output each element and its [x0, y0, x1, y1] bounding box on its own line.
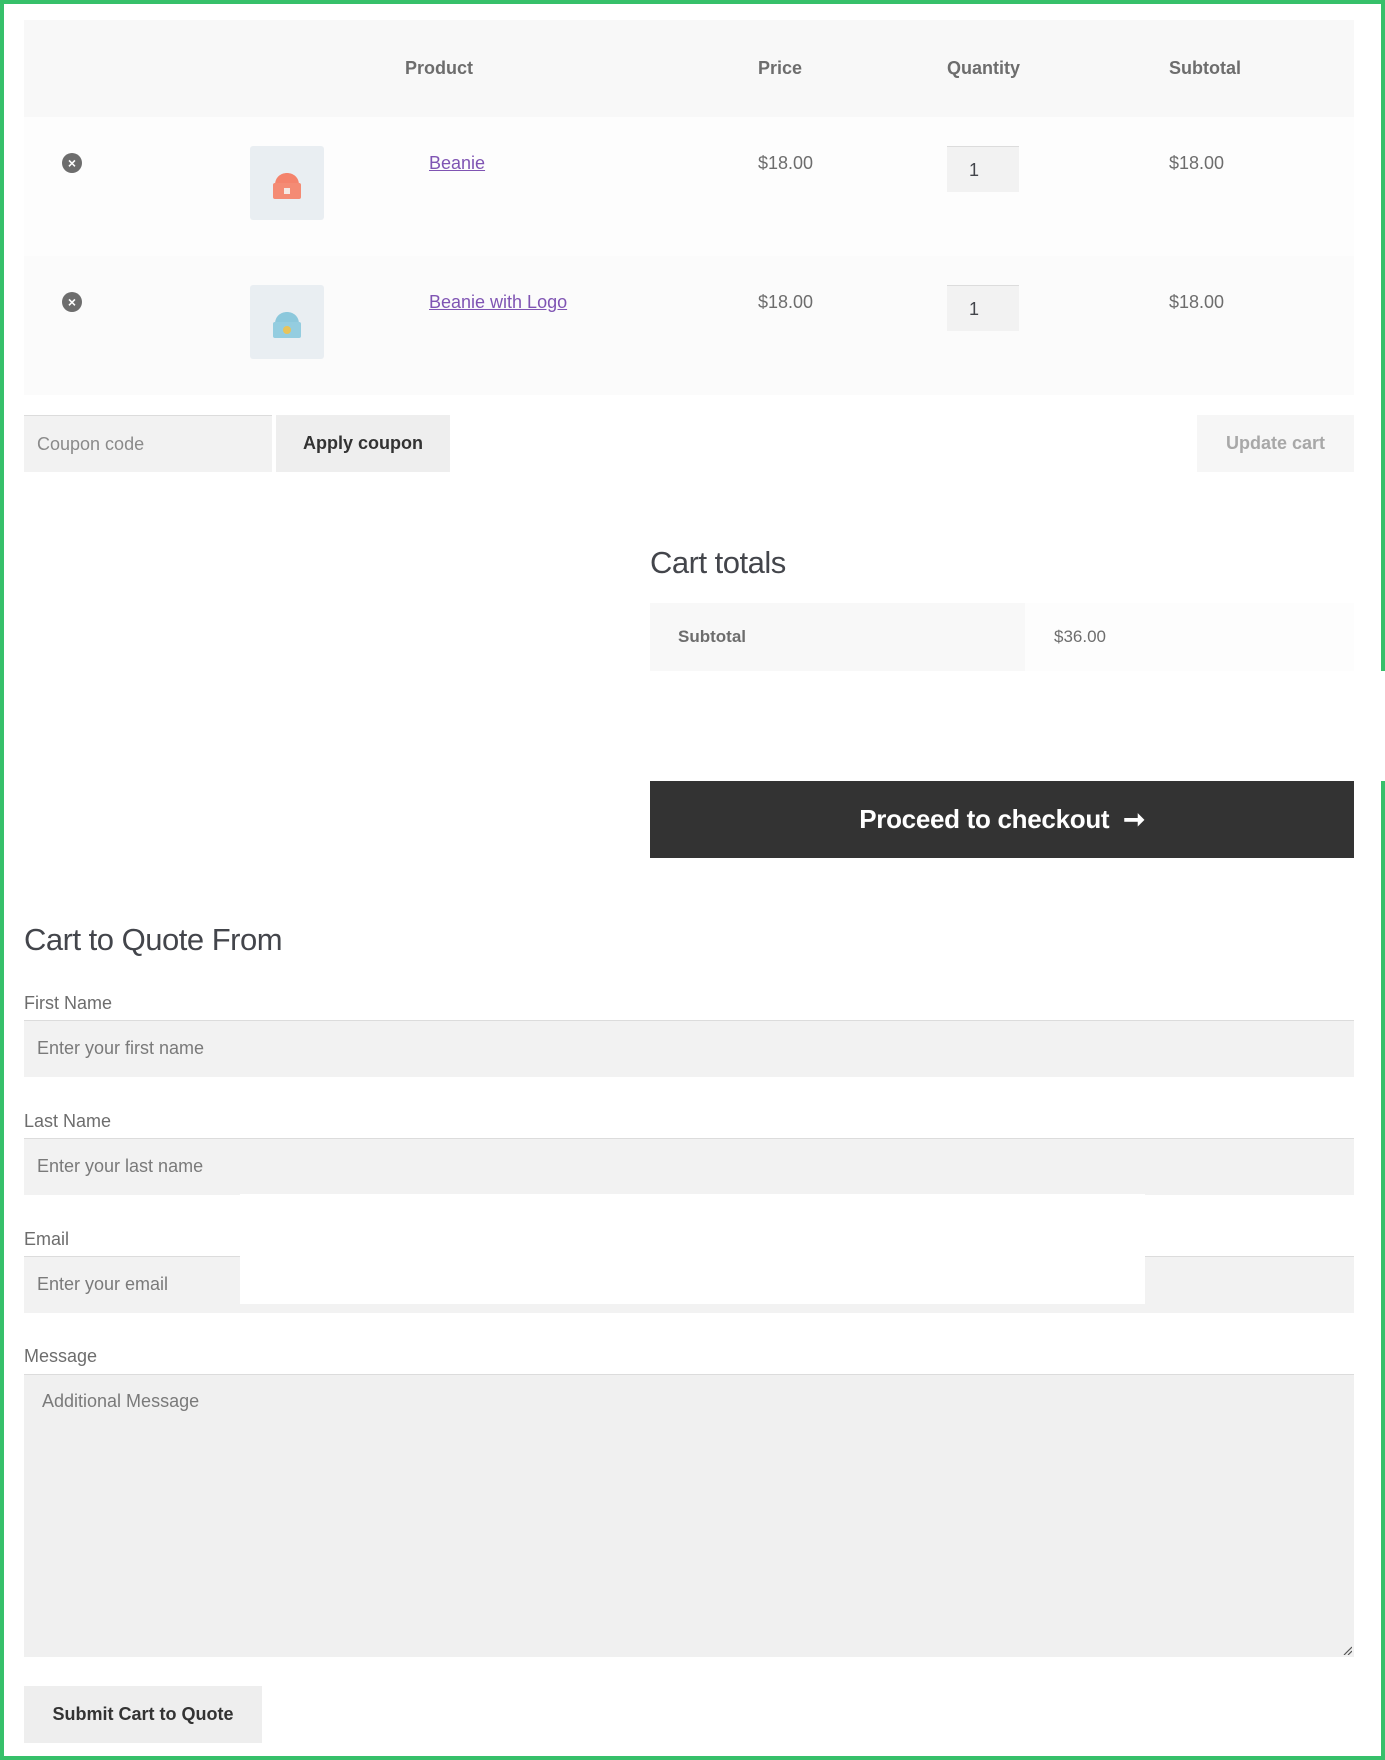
cart-table-header: Product Price Quantity Subtotal [24, 20, 1354, 117]
quote-form-heading: Cart to Quote From [24, 922, 283, 957]
remove-item-icon[interactable]: × [62, 292, 82, 312]
frame-border-right [1381, 0, 1385, 671]
frame-border-right [1381, 781, 1385, 1760]
proceed-to-checkout-button[interactable]: Proceed to checkout ➞ [650, 781, 1354, 858]
remove-item-icon[interactable]: × [62, 153, 82, 173]
beanie-orange-icon [273, 173, 301, 199]
frame-border-left [0, 0, 4, 1760]
beanie-blue-logo-icon [273, 312, 301, 338]
product-subtotal: $18.00 [1169, 153, 1225, 173]
product-link[interactable]: Beanie with Logo [429, 292, 567, 313]
update-cart-button[interactable]: Update cart [1197, 415, 1354, 472]
product-subtotal: $18.00 [1169, 292, 1225, 312]
last-name-label: Last Name [24, 1111, 112, 1131]
product-thumbnail[interactable] [250, 146, 324, 220]
submit-cart-to-quote-button[interactable]: Submit Cart to Quote [24, 1686, 262, 1743]
checkout-label: Proceed to checkout [859, 804, 1110, 834]
arrow-right-icon: ➞ [1123, 804, 1145, 834]
column-header-subtotal: Subtotal [1169, 58, 1241, 78]
coupon-code-input[interactable]: Coupon code [24, 415, 272, 472]
column-header-price: Price [758, 58, 803, 78]
cart-row: × Beanie with Logo $18.00 1 $18.00 [24, 256, 1354, 395]
quantity-input[interactable]: 1 [947, 146, 1019, 192]
cart-totals-heading: Cart totals [650, 545, 786, 580]
product-price: $18.00 [758, 153, 814, 173]
subtotal-label: Subtotal [650, 603, 1025, 671]
resize-grip-icon[interactable] [1342, 1645, 1352, 1655]
render-artifact-overlay [240, 1194, 1145, 1304]
frame-border-bottom [0, 1756, 1385, 1760]
first-name-label: First Name [24, 993, 113, 1013]
column-header-product: Product [405, 58, 474, 78]
quantity-input[interactable]: 1 [947, 285, 1019, 331]
frame-border-top [0, 0, 1385, 4]
product-thumbnail[interactable] [250, 285, 324, 359]
apply-coupon-button[interactable]: Apply coupon [276, 415, 450, 472]
product-link[interactable]: Beanie [429, 153, 485, 174]
subtotal-value: $36.00 [1025, 603, 1354, 671]
first-name-input[interactable]: Enter your first name [24, 1020, 1354, 1077]
message-textarea[interactable]: Additional Message [24, 1374, 1354, 1657]
cart-table: Product Price Quantity Subtotal × Beanie… [24, 20, 1354, 395]
email-label: Email [24, 1229, 70, 1249]
cart-row: × Beanie $18.00 1 $18.00 [24, 117, 1354, 256]
column-header-quantity: Quantity [947, 58, 1021, 78]
message-placeholder: Additional Message [42, 1391, 200, 1411]
cart-totals-table: Subtotal $36.00 [650, 603, 1354, 671]
last-name-input[interactable]: Enter your last name [24, 1138, 1354, 1195]
message-label: Message [24, 1346, 98, 1366]
product-price: $18.00 [758, 292, 814, 312]
